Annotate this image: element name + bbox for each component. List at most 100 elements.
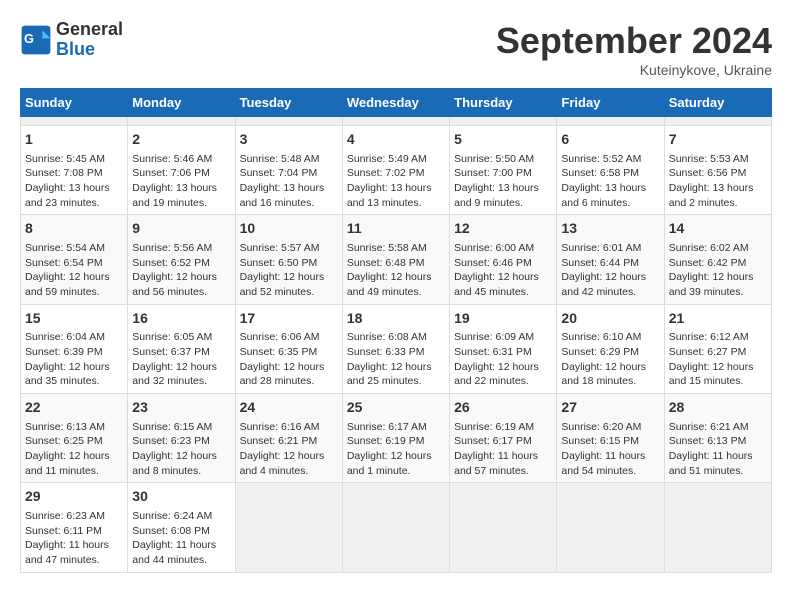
calendar-cell: [342, 483, 449, 572]
calendar-cell: [557, 483, 664, 572]
calendar-cell: 26Sunrise: 6:19 AM Sunset: 6:17 PM Dayli…: [450, 394, 557, 483]
calendar-cell: 11Sunrise: 5:58 AM Sunset: 6:48 PM Dayli…: [342, 215, 449, 304]
day-number: 26: [454, 398, 552, 418]
day-number: 5: [454, 130, 552, 150]
calendar-cell: [664, 483, 771, 572]
day-info: Sunrise: 6:06 AM Sunset: 6:35 PM Dayligh…: [240, 330, 338, 389]
logo-blue: Blue: [56, 40, 123, 60]
calendar-cell: [128, 117, 235, 126]
day-number: 10: [240, 219, 338, 239]
day-info: Sunrise: 6:23 AM Sunset: 6:11 PM Dayligh…: [25, 509, 123, 568]
svg-text:G: G: [24, 31, 34, 46]
day-header-tuesday: Tuesday: [235, 89, 342, 117]
day-number: 6: [561, 130, 659, 150]
calendar-week-0: [21, 117, 772, 126]
day-info: Sunrise: 5:45 AM Sunset: 7:08 PM Dayligh…: [25, 152, 123, 211]
day-number: 15: [25, 309, 123, 329]
day-info: Sunrise: 6:02 AM Sunset: 6:42 PM Dayligh…: [669, 241, 767, 300]
day-info: Sunrise: 5:46 AM Sunset: 7:06 PM Dayligh…: [132, 152, 230, 211]
calendar-cell: 1Sunrise: 5:45 AM Sunset: 7:08 PM Daylig…: [21, 126, 128, 215]
day-number: 8: [25, 219, 123, 239]
calendar-cell: 23Sunrise: 6:15 AM Sunset: 6:23 PM Dayli…: [128, 394, 235, 483]
calendar-cell: 28Sunrise: 6:21 AM Sunset: 6:13 PM Dayli…: [664, 394, 771, 483]
day-number: 17: [240, 309, 338, 329]
calendar-cell: 27Sunrise: 6:20 AM Sunset: 6:15 PM Dayli…: [557, 394, 664, 483]
day-info: Sunrise: 6:00 AM Sunset: 6:46 PM Dayligh…: [454, 241, 552, 300]
day-info: Sunrise: 6:24 AM Sunset: 6:08 PM Dayligh…: [132, 509, 230, 568]
day-number: 14: [669, 219, 767, 239]
calendar-cell: 2Sunrise: 5:46 AM Sunset: 7:06 PM Daylig…: [128, 126, 235, 215]
day-info: Sunrise: 5:49 AM Sunset: 7:02 PM Dayligh…: [347, 152, 445, 211]
day-info: Sunrise: 6:08 AM Sunset: 6:33 PM Dayligh…: [347, 330, 445, 389]
day-info: Sunrise: 5:58 AM Sunset: 6:48 PM Dayligh…: [347, 241, 445, 300]
day-info: Sunrise: 6:04 AM Sunset: 6:39 PM Dayligh…: [25, 330, 123, 389]
day-number: 9: [132, 219, 230, 239]
calendar-cell: 19Sunrise: 6:09 AM Sunset: 6:31 PM Dayli…: [450, 304, 557, 393]
calendar-cell: 22Sunrise: 6:13 AM Sunset: 6:25 PM Dayli…: [21, 394, 128, 483]
month-title: September 2024: [496, 20, 772, 62]
day-header-saturday: Saturday: [664, 89, 771, 117]
day-number: 20: [561, 309, 659, 329]
day-header-wednesday: Wednesday: [342, 89, 449, 117]
calendar-week-3: 15Sunrise: 6:04 AM Sunset: 6:39 PM Dayli…: [21, 304, 772, 393]
calendar-cell: 18Sunrise: 6:08 AM Sunset: 6:33 PM Dayli…: [342, 304, 449, 393]
day-number: 29: [25, 487, 123, 507]
day-info: Sunrise: 6:17 AM Sunset: 6:19 PM Dayligh…: [347, 420, 445, 479]
calendar-cell: 29Sunrise: 6:23 AM Sunset: 6:11 PM Dayli…: [21, 483, 128, 572]
day-number: 28: [669, 398, 767, 418]
day-number: 22: [25, 398, 123, 418]
logo: G General Blue: [20, 20, 123, 60]
calendar-week-2: 8Sunrise: 5:54 AM Sunset: 6:54 PM Daylig…: [21, 215, 772, 304]
day-info: Sunrise: 5:48 AM Sunset: 7:04 PM Dayligh…: [240, 152, 338, 211]
calendar-cell: 25Sunrise: 6:17 AM Sunset: 6:19 PM Dayli…: [342, 394, 449, 483]
calendar-cell: 17Sunrise: 6:06 AM Sunset: 6:35 PM Dayli…: [235, 304, 342, 393]
calendar-cell: [557, 117, 664, 126]
day-info: Sunrise: 6:12 AM Sunset: 6:27 PM Dayligh…: [669, 330, 767, 389]
calendar-week-1: 1Sunrise: 5:45 AM Sunset: 7:08 PM Daylig…: [21, 126, 772, 215]
day-number: 3: [240, 130, 338, 150]
calendar-cell: 15Sunrise: 6:04 AM Sunset: 6:39 PM Dayli…: [21, 304, 128, 393]
day-header-thursday: Thursday: [450, 89, 557, 117]
title-block: September 2024 Kuteinykove, Ukraine: [496, 20, 772, 78]
day-number: 16: [132, 309, 230, 329]
day-info: Sunrise: 6:21 AM Sunset: 6:13 PM Dayligh…: [669, 420, 767, 479]
day-info: Sunrise: 6:09 AM Sunset: 6:31 PM Dayligh…: [454, 330, 552, 389]
calendar-cell: 10Sunrise: 5:57 AM Sunset: 6:50 PM Dayli…: [235, 215, 342, 304]
calendar-table: SundayMondayTuesdayWednesdayThursdayFrid…: [20, 88, 772, 573]
day-number: 25: [347, 398, 445, 418]
calendar-cell: 6Sunrise: 5:52 AM Sunset: 6:58 PM Daylig…: [557, 126, 664, 215]
calendar-header-row: SundayMondayTuesdayWednesdayThursdayFrid…: [21, 89, 772, 117]
day-info: Sunrise: 5:52 AM Sunset: 6:58 PM Dayligh…: [561, 152, 659, 211]
day-number: 2: [132, 130, 230, 150]
calendar-cell: 9Sunrise: 5:56 AM Sunset: 6:52 PM Daylig…: [128, 215, 235, 304]
day-number: 11: [347, 219, 445, 239]
day-number: 19: [454, 309, 552, 329]
calendar-week-5: 29Sunrise: 6:23 AM Sunset: 6:11 PM Dayli…: [21, 483, 772, 572]
logo-general: General: [56, 20, 123, 40]
calendar-cell: [21, 117, 128, 126]
calendar-cell: 14Sunrise: 6:02 AM Sunset: 6:42 PM Dayli…: [664, 215, 771, 304]
logo-icon: G: [20, 24, 52, 56]
day-number: 24: [240, 398, 338, 418]
location: Kuteinykove, Ukraine: [496, 62, 772, 78]
calendar-cell: 21Sunrise: 6:12 AM Sunset: 6:27 PM Dayli…: [664, 304, 771, 393]
day-number: 12: [454, 219, 552, 239]
calendar-cell: 7Sunrise: 5:53 AM Sunset: 6:56 PM Daylig…: [664, 126, 771, 215]
day-info: Sunrise: 5:53 AM Sunset: 6:56 PM Dayligh…: [669, 152, 767, 211]
calendar-week-4: 22Sunrise: 6:13 AM Sunset: 6:25 PM Dayli…: [21, 394, 772, 483]
day-info: Sunrise: 6:19 AM Sunset: 6:17 PM Dayligh…: [454, 420, 552, 479]
day-header-friday: Friday: [557, 89, 664, 117]
day-number: 13: [561, 219, 659, 239]
calendar-cell: 5Sunrise: 5:50 AM Sunset: 7:00 PM Daylig…: [450, 126, 557, 215]
day-number: 21: [669, 309, 767, 329]
calendar-cell: 3Sunrise: 5:48 AM Sunset: 7:04 PM Daylig…: [235, 126, 342, 215]
calendar-cell: 30Sunrise: 6:24 AM Sunset: 6:08 PM Dayli…: [128, 483, 235, 572]
calendar-cell: 20Sunrise: 6:10 AM Sunset: 6:29 PM Dayli…: [557, 304, 664, 393]
page-header: G General Blue September 2024 Kuteinykov…: [20, 20, 772, 78]
calendar-cell: [450, 117, 557, 126]
day-number: 1: [25, 130, 123, 150]
day-info: Sunrise: 6:16 AM Sunset: 6:21 PM Dayligh…: [240, 420, 338, 479]
calendar-cell: [664, 117, 771, 126]
day-info: Sunrise: 6:15 AM Sunset: 6:23 PM Dayligh…: [132, 420, 230, 479]
day-header-sunday: Sunday: [21, 89, 128, 117]
